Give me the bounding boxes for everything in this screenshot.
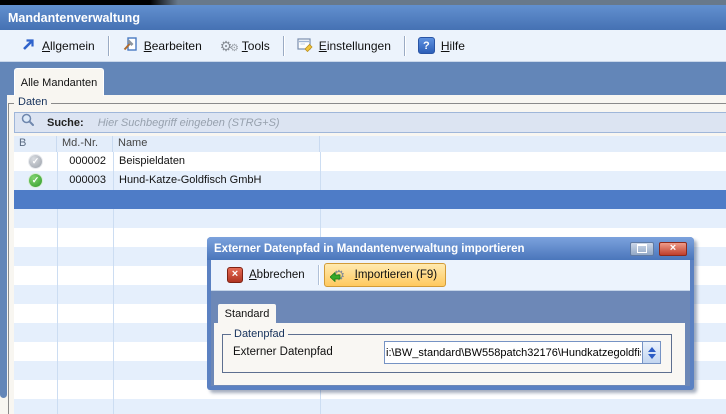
externer-datenpfad-input[interactable]	[385, 342, 642, 363]
tab-strip-background	[0, 62, 726, 95]
column-header-number[interactable]: Md.-Nr.	[57, 136, 113, 152]
dialog-title: Externer Datenpfad in Mandantenverwaltun…	[214, 243, 630, 255]
abbrechen-button[interactable]: × Abbrechen	[219, 264, 313, 286]
column-header-status[interactable]: B	[14, 136, 57, 152]
window-titlebar: Mandantenverwaltung	[0, 5, 726, 30]
abbrechen-label: A	[249, 269, 257, 281]
allgemein-label: A	[42, 39, 50, 53]
green-check-icon: ✓	[29, 174, 42, 187]
search-icon	[21, 113, 35, 132]
datenpfad-groupbox-label: Datenpfad	[231, 328, 288, 340]
dialog-tab-label: Standard	[225, 308, 270, 320]
row-name: Beispieldaten	[113, 152, 185, 171]
einstellungen-label: E	[319, 39, 327, 53]
arrow-up-right-icon	[21, 37, 36, 55]
red-x-icon: ×	[227, 267, 243, 283]
externer-datenpfad-field	[384, 341, 661, 364]
hammer-document-icon	[122, 36, 138, 55]
tools-button[interactable]: ⚙ ⚙ Tools	[211, 35, 279, 57]
toolbar-separator	[318, 265, 319, 285]
restore-button[interactable]	[630, 242, 654, 256]
tab-alle-mandanten[interactable]: Alle Mandanten	[14, 68, 104, 96]
importieren-button[interactable]: ⚙ Importieren (F9)	[324, 263, 446, 287]
datenpfad-groupbox: Datenpfad Externer Datenpfad	[222, 334, 672, 373]
question-mark-icon: ?	[418, 37, 435, 54]
gears-icon: ⚙ ⚙	[220, 38, 236, 54]
app-window: Mandantenverwaltung Allgemein Bearbeiten…	[0, 0, 726, 414]
row-name: Hund-Katze-Goldfisch GmbH	[113, 171, 261, 190]
column-header-filler	[320, 136, 726, 152]
hilfe-label: H	[441, 39, 450, 53]
hilfe-button[interactable]: ? Hilfe	[409, 34, 474, 57]
toolbar-separator	[108, 36, 109, 56]
dialog-tab-panel: Datenpfad Externer Datenpfad	[214, 323, 685, 385]
table-row[interactable]: ✓ 000003 Hund-Katze-Goldfisch GmbH	[14, 171, 726, 190]
toolbar-separator	[283, 36, 284, 56]
close-button[interactable]: ×	[659, 242, 687, 256]
import-arrow-icon	[330, 270, 341, 285]
einstellungen-button[interactable]: Einstellungen	[288, 33, 400, 58]
dialog-titlebar: Externer Datenpfad in Mandantenverwaltun…	[207, 237, 694, 260]
daten-groupbox-label: Daten	[14, 96, 51, 108]
bearbeiten-label: B	[144, 39, 152, 53]
spinner-down-icon[interactable]	[648, 354, 656, 359]
spinner-up-icon[interactable]	[648, 347, 656, 352]
allgemein-button[interactable]: Allgemein	[12, 34, 104, 58]
gear-import-icon: ⚙	[333, 267, 349, 283]
table-header: B Md.-Nr. Name	[14, 136, 726, 152]
dialog-body: Standard Datenpfad Externer Datenpfad	[211, 291, 690, 386]
externer-datenpfad-label: Externer Datenpfad	[233, 346, 333, 358]
table-row-selected[interactable]	[14, 190, 726, 209]
window-left-border	[0, 95, 7, 398]
search-input[interactable]: Suche: Hier Suchbegriff eingeben (STRG+S…	[14, 112, 726, 133]
row-number: 000003	[57, 171, 113, 190]
spinner-control[interactable]	[642, 342, 660, 363]
main-toolbar: Allgemein Bearbeiten ⚙ ⚙ Tools Einstellu…	[0, 30, 726, 62]
restore-icon	[637, 244, 647, 253]
tab-label: Alle Mandanten	[21, 77, 97, 89]
search-label: Suche:	[47, 117, 84, 129]
tab-standard[interactable]: Standard	[218, 304, 276, 323]
column-header-name[interactable]: Name	[113, 136, 320, 152]
gray-check-icon: ✓	[29, 155, 42, 168]
table-row[interactable]: ✓ 000002 Beispieldaten	[14, 152, 726, 171]
bearbeiten-button[interactable]: Bearbeiten	[113, 33, 211, 58]
form-pencil-icon	[297, 36, 313, 55]
search-placeholder: Hier Suchbegriff eingeben (STRG+S)	[98, 117, 280, 129]
window-title: Mandantenverwaltung	[8, 11, 140, 25]
toolbar-separator	[404, 36, 405, 56]
close-icon: ×	[670, 243, 676, 254]
import-dialog: Externer Datenpfad in Mandantenverwaltun…	[207, 237, 694, 390]
row-number: 000002	[57, 152, 113, 171]
dialog-toolbar: × Abbrechen ⚙ Importieren (F9)	[211, 260, 690, 291]
